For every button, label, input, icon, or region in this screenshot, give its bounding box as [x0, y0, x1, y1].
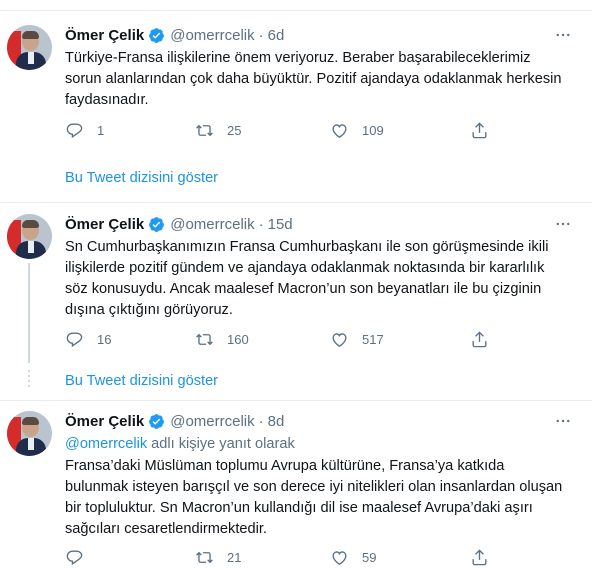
avatar[interactable] [7, 214, 52, 259]
reply-mention-link[interactable]: @omerrcelik [65, 436, 147, 452]
avatar[interactable] [7, 25, 52, 70]
tweet-1[interactable]: Ömer Çelik @omerrcelik · 6d Türkiye-Fran… [0, 12, 592, 202]
reply-count: 1 [97, 123, 105, 138]
more-icon[interactable] [554, 412, 572, 430]
separator-dot: · [258, 412, 264, 430]
retweet-button[interactable]: 21 [195, 548, 241, 567]
share-button[interactable] [470, 548, 489, 567]
text-line: sorun alanlarından çok daha büyüktür. Po… [65, 71, 562, 87]
verified-badge-icon [149, 413, 165, 429]
retweet-button[interactable]: 25 [195, 121, 241, 140]
tweet-3[interactable]: Ömer Çelik @omerrcelik · 8d @omerrcelik … [0, 401, 592, 566]
text-line: dışına çıktığını görüyoruz. [65, 302, 233, 318]
reply-icon [66, 123, 83, 139]
like-icon [332, 124, 347, 139]
share-icon [472, 549, 487, 566]
like-count: 517 [362, 332, 384, 347]
thread-gap-dots [28, 370, 30, 390]
like-button[interactable]: 109 [330, 121, 384, 140]
tweet-text: Türkiye-Fransa ilişkilerine önem veriyor… [65, 48, 580, 111]
tweet-header: Ömer Çelik @omerrcelik · 15d [65, 214, 293, 234]
author-handle[interactable]: @omerrcelik [170, 27, 254, 44]
author-name[interactable]: Ömer Çelik [65, 27, 144, 44]
text-line: sağcıları cesaretlendirmektedir. [65, 521, 267, 537]
text-line: Fransa’daki Müslüman toplumu Avrupa kült… [65, 458, 505, 474]
share-icon [472, 122, 487, 139]
tweet-time[interactable]: 6d [268, 27, 285, 44]
verified-badge-icon [149, 216, 165, 232]
share-button[interactable] [470, 121, 489, 140]
reply-button[interactable] [65, 548, 97, 567]
like-icon [332, 551, 347, 566]
text-line: ilişkilerde pozitif gündem ve ajandaya o… [65, 260, 545, 276]
more-icon[interactable] [554, 26, 572, 44]
retweet-icon [196, 551, 213, 564]
retweet-icon [196, 333, 213, 346]
retweet-count: 160 [227, 332, 249, 347]
tweet-header: Ömer Çelik @omerrcelik · 8d [65, 411, 284, 431]
author-handle[interactable]: @omerrcelik [170, 413, 254, 430]
retweet-icon [196, 124, 213, 137]
reply-button[interactable]: 16 [65, 330, 111, 349]
separator-dot: · [258, 26, 264, 44]
tweet-text: Sn Cumhurbaşkanımızın Fransa Cumhurbaşka… [65, 237, 580, 321]
show-thread-link[interactable]: Bu Tweet dizisini göster [65, 373, 218, 389]
reply-icon [66, 332, 83, 348]
author-name[interactable]: Ömer Çelik [65, 413, 144, 430]
separator-dot: · [258, 215, 264, 233]
avatar[interactable] [7, 411, 52, 456]
retweet-count: 25 [227, 123, 242, 138]
text-line: faydasınadır. [65, 92, 149, 108]
like-button[interactable]: 59 [330, 548, 376, 567]
verified-badge-icon [149, 27, 165, 43]
top-divider [0, 10, 592, 11]
reply-context-text: adlı kişiye yanıt olarak [147, 436, 295, 452]
reply-button[interactable]: 1 [65, 121, 104, 140]
reply-icon [66, 550, 83, 566]
author-name[interactable]: Ömer Çelik [65, 216, 144, 233]
share-icon [472, 331, 487, 348]
text-line: bulunmak isteyen barışçıl ve son derece … [65, 479, 563, 495]
tweet-2[interactable]: Ömer Çelik @omerrcelik · 15d Sn Cumhurba… [0, 203, 592, 398]
text-line: Türkiye-Fransa ilişkilerine önem veriyor… [65, 50, 531, 66]
share-button[interactable] [470, 330, 489, 349]
text-line: bir topluluktur. Sn Macron’un kullandığı… [65, 500, 533, 516]
reply-count: 16 [97, 332, 112, 347]
tweet-actions: 1 25 109 [65, 121, 495, 141]
tweet-header: Ömer Çelik @omerrcelik · 6d [65, 25, 284, 45]
like-icon [332, 333, 347, 348]
text-line: söz konusuydu. Ancak maalesef Macron’un … [65, 281, 542, 297]
tweet-time[interactable]: 8d [268, 413, 285, 430]
like-button[interactable]: 517 [330, 330, 384, 349]
thread-connector [28, 263, 30, 363]
show-thread-link[interactable]: Bu Tweet dizisini göster [65, 170, 218, 186]
tweet-actions: 16 160 517 [65, 330, 495, 350]
more-icon[interactable] [554, 215, 572, 233]
text-line: Sn Cumhurbaşkanımızın Fransa Cumhurbaşka… [65, 239, 549, 255]
reply-context: @omerrcelik adlı kişiye yanıt olarak [65, 434, 295, 454]
tweet-actions: 21 59 [65, 548, 495, 568]
tweet-time[interactable]: 15d [268, 216, 293, 233]
like-count: 109 [362, 123, 384, 138]
tweet-text: Fransa’daki Müslüman toplumu Avrupa kült… [65, 456, 580, 540]
author-handle[interactable]: @omerrcelik [170, 216, 254, 233]
retweet-button[interactable]: 160 [195, 330, 249, 349]
